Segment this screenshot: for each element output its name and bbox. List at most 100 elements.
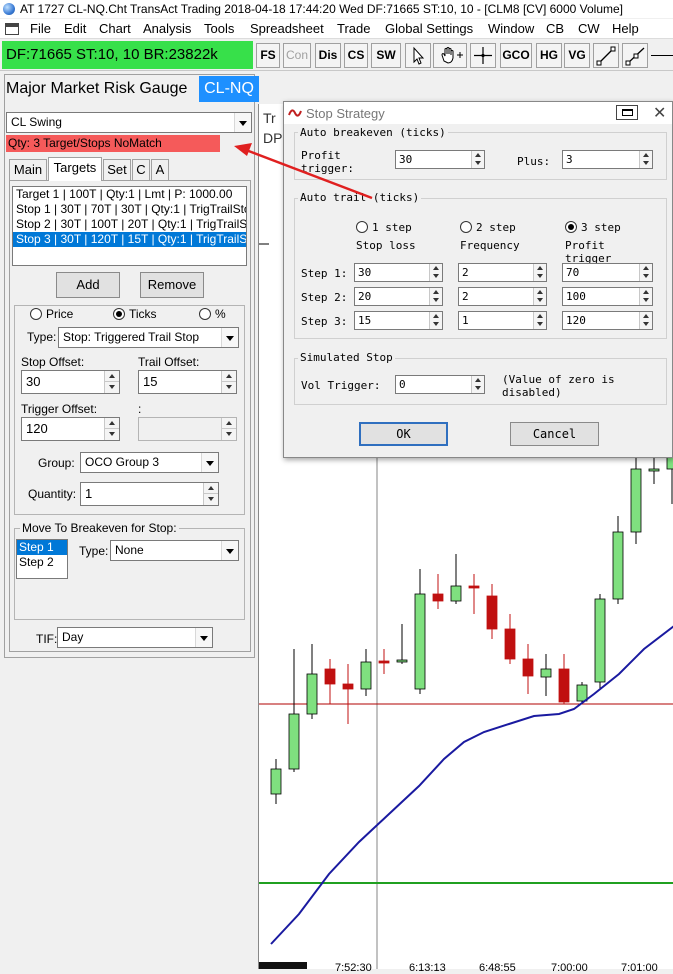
- hline-tool-icon[interactable]: [651, 55, 673, 56]
- step2-profit-trigger-stepper[interactable]: 100: [562, 287, 653, 306]
- step3-profit-trigger-value: 120: [566, 314, 586, 327]
- list-item-selected[interactable]: Stop 3 | 30T | 120T | 15T | Qty:1 | Trig…: [13, 232, 246, 247]
- spin-down-icon[interactable]: [533, 296, 546, 305]
- breakeven-profit-trigger-stepper[interactable]: 30: [395, 150, 485, 169]
- symbol-badge[interactable]: CL-NQ: [199, 76, 259, 102]
- menu-help[interactable]: Help: [612, 21, 639, 37]
- chevron-down-icon[interactable]: [201, 453, 218, 472]
- spin-down-icon[interactable]: [639, 272, 652, 281]
- window-menu-icon[interactable]: [5, 23, 19, 35]
- chevron-down-icon[interactable]: [221, 328, 238, 347]
- spin-down-icon[interactable]: [429, 296, 442, 305]
- list-item[interactable]: Target 1 | 100T | Qty:1 | Lmt | P: 1000.…: [13, 187, 246, 202]
- breakeven-steps-list[interactable]: Step 1 Step 2: [16, 539, 68, 579]
- trail-offset-stepper[interactable]: 15: [138, 370, 237, 394]
- add-target-button[interactable]: Add: [56, 272, 120, 298]
- menu-cw[interactable]: CW: [578, 21, 600, 37]
- step3-profit-trigger-stepper[interactable]: 120: [562, 311, 653, 330]
- oco-group-select[interactable]: OCO Group 3: [80, 452, 219, 473]
- spin-up-icon[interactable]: [104, 418, 119, 429]
- chevron-down-icon[interactable]: [221, 541, 238, 560]
- targets-list[interactable]: Target 1 | 100T | Qty:1 | Lmt | P: 1000.…: [12, 186, 247, 266]
- strategy-select[interactable]: CL Swing: [6, 112, 252, 133]
- trigger-offset-stepper[interactable]: 120: [21, 417, 120, 441]
- step2-stop-loss-stepper[interactable]: 20: [354, 287, 443, 306]
- order-type-select[interactable]: Stop: Triggered Trail Stop: [58, 327, 239, 348]
- chevron-down-icon[interactable]: [195, 628, 212, 647]
- menu-chart[interactable]: Chart: [99, 21, 131, 37]
- unit-price-radio[interactable]: [30, 308, 42, 320]
- remove-target-button[interactable]: Remove: [140, 272, 204, 298]
- tab-set[interactable]: Set: [103, 159, 131, 180]
- menu-trade[interactable]: Trade: [337, 21, 370, 37]
- step3-stop-loss-stepper[interactable]: 15: [354, 311, 443, 330]
- stop-offset-stepper[interactable]: 30: [21, 370, 120, 394]
- tab-targets[interactable]: Targets: [48, 157, 102, 181]
- list-item[interactable]: Step 2: [17, 555, 67, 570]
- crosshair-icon[interactable]: [470, 43, 496, 68]
- tab-c[interactable]: C: [132, 159, 150, 180]
- step3-frequency-stepper[interactable]: 1: [458, 311, 547, 330]
- step1-frequency-stepper[interactable]: 2: [458, 263, 547, 282]
- menu-tools[interactable]: Tools: [204, 21, 234, 37]
- tab-a[interactable]: A: [151, 159, 169, 180]
- menu-global-settings[interactable]: Global Settings: [385, 21, 473, 37]
- unit-percent-radio[interactable]: [199, 308, 211, 320]
- spin-down-icon[interactable]: [471, 159, 484, 168]
- hg-button[interactable]: HG: [536, 43, 562, 68]
- menu-spreadsheet[interactable]: Spreadsheet: [250, 21, 324, 37]
- vol-trigger-stepper[interactable]: 0: [395, 375, 485, 394]
- spin-down-icon[interactable]: [533, 272, 546, 281]
- ok-button[interactable]: OK: [359, 422, 448, 446]
- step2-frequency-stepper[interactable]: 2: [458, 287, 547, 306]
- close-icon[interactable]: ✕: [653, 103, 666, 122]
- chevron-down-icon[interactable]: [234, 113, 251, 132]
- menu-edit[interactable]: Edit: [64, 21, 86, 37]
- spin-up-icon[interactable]: [221, 371, 236, 382]
- spin-down-icon[interactable]: [221, 382, 236, 393]
- disconnect-button[interactable]: Dis: [315, 43, 341, 68]
- line-tool-icon[interactable]: [593, 43, 619, 68]
- one-step-radio[interactable]: [356, 221, 368, 233]
- spin-down-icon[interactable]: [104, 382, 119, 393]
- cancel-button[interactable]: Cancel: [510, 422, 599, 446]
- spin-down-icon[interactable]: [104, 429, 119, 440]
- spin-down-icon[interactable]: [639, 320, 652, 329]
- spin-down-icon[interactable]: [429, 320, 442, 329]
- list-item[interactable]: Stop 2 | 30T | 100T | 20T | Qty:1 | Trig…: [13, 217, 246, 232]
- menu-file[interactable]: File: [30, 21, 51, 37]
- breakeven-plus-stepper[interactable]: 3: [562, 150, 653, 169]
- quantity-stepper[interactable]: 1: [80, 482, 219, 506]
- list-item-selected[interactable]: Step 1: [17, 540, 67, 555]
- sw-button[interactable]: SW: [371, 43, 401, 68]
- breakeven-type-select[interactable]: None: [110, 540, 239, 561]
- ray-tool-icon[interactable]: [622, 43, 648, 68]
- pan-hand-icon[interactable]: [433, 43, 467, 68]
- gco-button[interactable]: GCO: [500, 43, 532, 68]
- fs-button[interactable]: FS: [256, 43, 280, 68]
- menu-window[interactable]: Window: [488, 21, 534, 37]
- spin-up-icon[interactable]: [104, 371, 119, 382]
- cs-button[interactable]: CS: [344, 43, 368, 68]
- two-step-radio[interactable]: [460, 221, 472, 233]
- spin-down-icon[interactable]: [639, 159, 652, 168]
- spin-down-icon[interactable]: [203, 494, 218, 505]
- step1-stop-loss-stepper[interactable]: 30: [354, 263, 443, 282]
- unit-ticks-radio[interactable]: [113, 308, 125, 320]
- connect-button[interactable]: Con: [283, 43, 311, 68]
- tif-select[interactable]: Day: [57, 627, 213, 648]
- spin-down-icon[interactable]: [471, 384, 484, 393]
- three-step-radio[interactable]: [565, 221, 577, 233]
- spin-down-icon[interactable]: [533, 320, 546, 329]
- menu-analysis[interactable]: Analysis: [143, 21, 191, 37]
- spin-down-icon[interactable]: [429, 272, 442, 281]
- vg-button[interactable]: VG: [564, 43, 590, 68]
- list-item[interactable]: Stop 1 | 30T | 70T | 30T | Qty:1 | TrigT…: [13, 202, 246, 217]
- restore-icon[interactable]: [616, 105, 638, 120]
- step1-profit-trigger-stepper[interactable]: 70: [562, 263, 653, 282]
- tab-main[interactable]: Main: [9, 159, 47, 180]
- spin-down-icon[interactable]: [639, 296, 652, 305]
- menu-cb[interactable]: CB: [546, 21, 564, 37]
- spin-up-icon[interactable]: [203, 483, 218, 494]
- pointer-icon[interactable]: [405, 43, 431, 68]
